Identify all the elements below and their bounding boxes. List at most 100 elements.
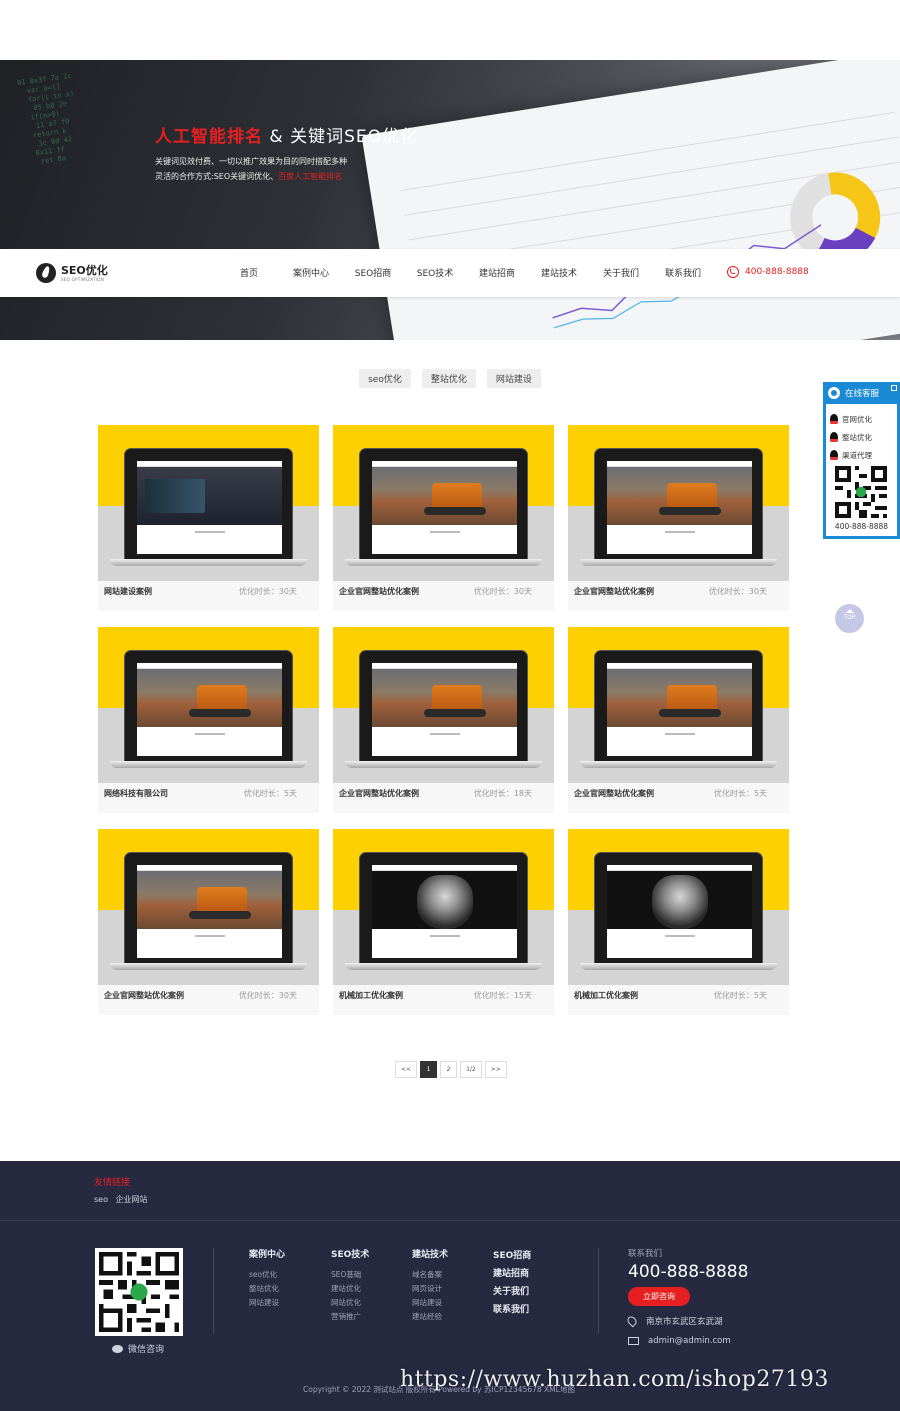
case-duration: 优化时长：30天 [238,587,297,596]
case-title: 企业官网整站优化案例 [574,587,654,596]
friend-link[interactable]: seo [94,1195,108,1204]
laptop-mockup [594,852,763,964]
case-title: 企业官网整站优化案例 [574,789,654,798]
footer-link[interactable]: 建站招商 [493,1265,531,1283]
wechat-qr-code [95,1248,183,1336]
page-first[interactable]: << [395,1061,418,1078]
service-item[interactable]: 官网优化 [826,410,897,428]
footer-link[interactable]: 营销推广 [331,1310,369,1324]
friend-links: seo 企业网站 [94,1194,153,1205]
nav-seo-franchise[interactable]: SEO招商 [342,266,404,279]
nav-seo-tech[interactable]: SEO技术 [404,266,466,279]
service-item[interactable]: 整站优化 [826,428,897,446]
footer-link[interactable]: 联系我们 [493,1301,531,1319]
footer-link[interactable]: 建站优化 [331,1282,369,1296]
case-thumbnail [333,425,554,581]
case-thumbnail [568,425,789,581]
case-card[interactable]: 机械加工优化案例 优化时长：15天 [333,829,554,1015]
page-2[interactable]: 2 [440,1061,458,1078]
close-icon[interactable] [891,385,897,391]
friend-link[interactable]: 企业网站 [116,1195,148,1204]
laptop-mockup [594,650,763,762]
case-thumbnail [333,627,554,783]
service-item[interactable]: 渠道代理 [826,446,897,464]
qr-code [835,466,887,518]
page-1[interactable]: 1 [420,1061,438,1078]
case-thumbnail [98,425,319,581]
footer-link[interactable]: 网站建设 [249,1296,285,1310]
footer-link[interactable]: 建站经验 [412,1310,448,1324]
nav-cases[interactable]: 案例中心 [280,266,342,279]
case-thumbnail [568,627,789,783]
laptop-mockup [124,852,293,964]
case-card[interactable]: 机械加工优化案例 优化时长：5天 [568,829,789,1015]
case-card[interactable]: 网站建设案例 优化时长：30天 [98,425,319,611]
pagination: << 1 2 1/2 >> [395,1061,507,1078]
contact-email[interactable]: admin@admin.com [628,1336,748,1346]
service-title: 在线客服 [845,389,880,399]
case-duration: 优化时长：30天 [473,587,532,596]
category-filter: seo优化 整站优化 网站建设 [0,369,900,388]
contact-label: 联系我们 [628,1249,663,1259]
case-card[interactable]: 企业官网整站优化案例 优化时长：5天 [568,627,789,813]
footer-col-bold-links: SEO招商 建站招商 关于我们 联系我们 [493,1247,531,1319]
case-duration: 优化时长：5天 [243,789,297,798]
case-duration: 优化时长：5天 [713,991,767,1000]
banner-headline: 人工智能排名 & 关键词SEO优化 [155,127,418,147]
case-card[interactable]: 网络科技有限公司 优化时长：5天 [98,627,319,813]
wechat-consult[interactable]: 微信咨询 [112,1342,164,1355]
footer-col-cases: 案例中心 seo优化 整站优化 网站建设 [249,1247,285,1310]
footer-link[interactable]: 网站建设 [412,1296,448,1310]
filter-site-opt[interactable]: 整站优化 [421,369,476,388]
case-duration: 优化时长：30天 [238,991,297,1000]
case-thumbnail [568,829,789,985]
case-title: 机械加工优化案例 [574,991,638,1000]
main-nav: SEO优化 SEO OPTIMIZATION 首页 案例中心 SEO招商 SEO… [0,249,900,297]
online-service-widget: 在线客服 官网优化 整站优化 渠道代理 400-888-8888 [823,382,900,539]
nav-site-franchise[interactable]: 建站招商 [466,266,528,279]
nav-about[interactable]: 关于我们 [590,266,652,279]
hero-banner: 01 0x3f 7a 1c var a=[] for(i in x) 05 b8… [0,60,900,340]
footer-link[interactable]: seo优化 [249,1268,285,1282]
footer-link[interactable]: 网页设计 [412,1282,448,1296]
footer-link[interactable]: 整站优化 [249,1282,285,1296]
filter-seo[interactable]: seo优化 [359,369,411,388]
logo-subtitle: SEO OPTIMIZATION [61,276,105,282]
friend-links-title: 友情链接 [94,1178,131,1188]
qq-icon [830,450,838,460]
footer-link[interactable]: 域名备案 [412,1268,448,1282]
case-title: 网络科技有限公司 [104,789,168,798]
footer-link[interactable]: 关于我们 [493,1283,531,1301]
page-indicator: 1/2 [460,1061,482,1078]
footer-link[interactable]: 网站优化 [331,1296,369,1310]
consult-button[interactable]: 立即咨询 [628,1287,690,1306]
case-card[interactable]: 企业官网整站优化案例 优化时长：18天 [333,627,554,813]
laptop-mockup [359,852,528,964]
nav-site-tech[interactable]: 建站技术 [528,266,590,279]
footer-contact: 联系我们 400-888-8888 立即咨询 南京市玄武区玄武湖 admin@a… [625,1247,748,1346]
case-card[interactable]: 企业官网整站优化案例 优化时长：30天 [98,829,319,1015]
watermark: https://www.huzhan.com/ishop27193 [400,1367,829,1392]
footer-link[interactable]: SEO招商 [493,1247,531,1265]
dashboard-image [361,60,900,340]
case-card[interactable]: 企业官网整站优化案例 优化时长：30天 [568,425,789,611]
case-duration: 优化时长：30天 [708,587,767,596]
case-thumbnail [333,829,554,985]
logo[interactable]: SEO优化 SEO OPTIMIZATION [36,263,108,283]
case-title: 企业官网整站优化案例 [339,789,419,798]
service-icon [828,387,840,399]
footer-link[interactable]: SEO基础 [331,1268,369,1282]
laptop-mockup [594,448,763,560]
logo-title: SEO优化 [61,263,108,277]
menu: 首页 案例中心 SEO招商 SEO技术 建站招商 建站技术 关于我们 联系我们 [218,266,714,279]
nav-contact[interactable]: 联系我们 [652,266,714,279]
case-card[interactable]: 企业官网整站优化案例 优化时长：30天 [333,425,554,611]
nav-home[interactable]: 首页 [218,266,280,279]
nav-phone[interactable]: 400-888-8888 [727,266,809,278]
filter-web-build[interactable]: 网站建设 [486,369,541,388]
page-last[interactable]: >> [484,1061,507,1078]
case-duration: 优化时长：18天 [473,789,532,798]
back-to-top-button[interactable]: TOP [835,604,864,633]
case-thumbnail [98,829,319,985]
laptop-mockup [124,650,293,762]
